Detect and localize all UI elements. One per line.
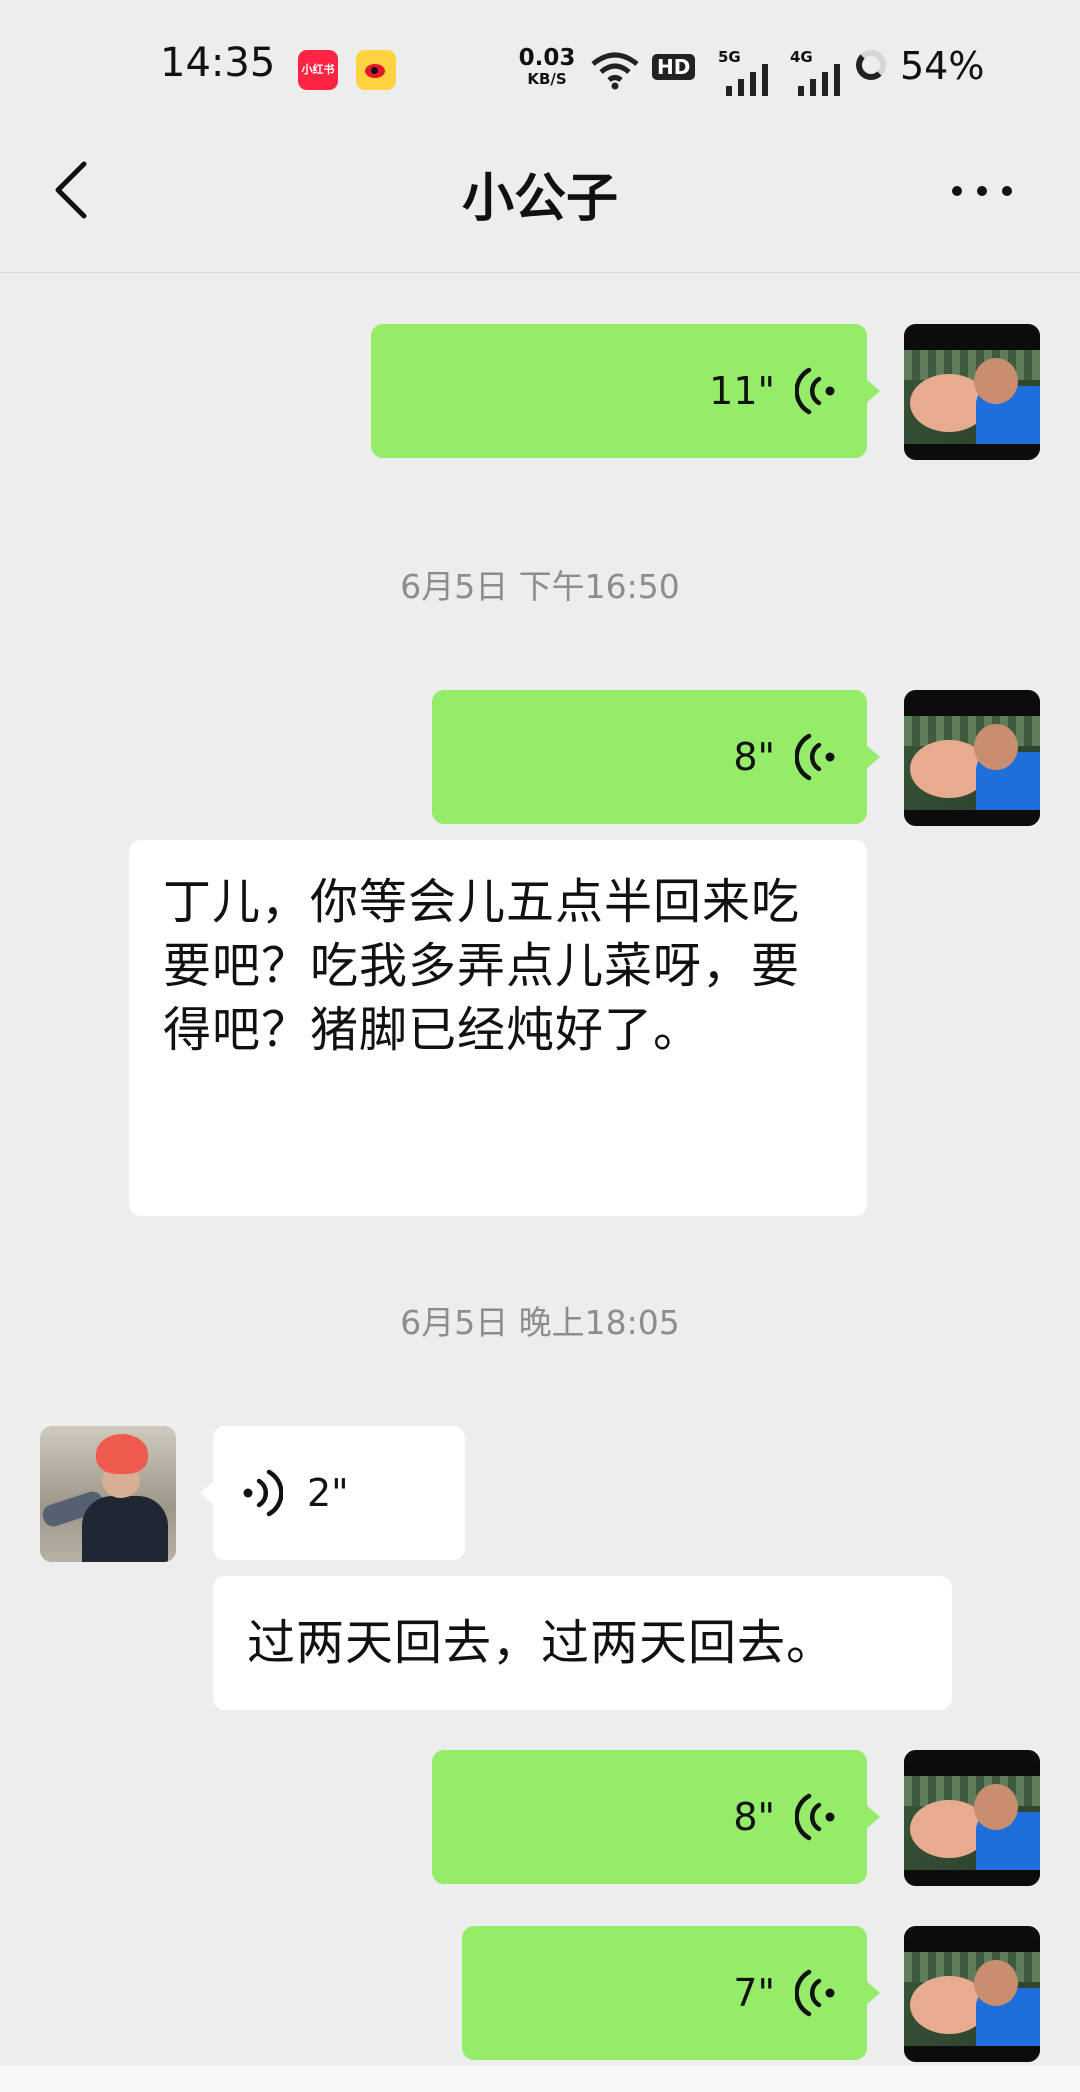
network-speed-value: 0.03 [518, 45, 576, 71]
voice-message-bubble[interactable]: 8" [432, 690, 880, 824]
voice-icon [243, 1469, 283, 1517]
voice-message-bubble[interactable]: 8" [432, 1750, 880, 1884]
voice-icon [795, 733, 835, 781]
voice-message-bubble[interactable]: 11" [371, 324, 880, 458]
my-avatar[interactable] [904, 324, 1040, 460]
my-avatar[interactable] [904, 690, 1040, 826]
chat-title: 小公子 [461, 169, 618, 229]
status-time: 14:35 [160, 40, 276, 86]
chat-screen: 14:35 小红书 0.03 KB/S HD 5G 4G 54% 小公子 11"… [0, 0, 1080, 2092]
weibo-icon [356, 50, 396, 90]
voice-transcription-text[interactable]: 过两天回去，过两天回去。 [213, 1576, 952, 1710]
voice-message-bubble[interactable]: 2" [200, 1426, 465, 1560]
message-timestamp: 6月5日 晚上18:05 [400, 1303, 680, 1342]
status-bar: 14:35 小红书 0.03 KB/S HD 5G 4G 54% [0, 0, 1080, 140]
signal-4g-icon [790, 64, 850, 96]
voice-message-bubble[interactable]: 7" [462, 1926, 880, 2060]
voice-duration: 8" [733, 735, 775, 779]
voice-duration: 7" [733, 1971, 775, 2015]
network-speed: 0.03 KB/S [516, 46, 578, 88]
xiaohongshu-icon: 小红书 [298, 50, 338, 90]
signal-5g-icon [718, 64, 778, 96]
voice-icon [795, 1793, 835, 1841]
input-bar-edge [0, 2066, 1080, 2092]
network-speed-unit: KB/S [527, 70, 567, 88]
more-icon[interactable] [952, 186, 1012, 198]
wifi-icon [591, 52, 639, 90]
voice-duration: 2" [307, 1471, 349, 1515]
my-avatar[interactable] [904, 1750, 1040, 1886]
voice-icon [795, 1969, 835, 2017]
hd-voice-badge: HD [652, 54, 696, 80]
voice-icon [795, 367, 835, 415]
my-avatar[interactable] [904, 1926, 1040, 2062]
battery-icon [856, 50, 886, 80]
voice-duration: 8" [733, 1795, 775, 1839]
voice-duration: 11" [709, 369, 775, 413]
contact-avatar[interactable] [40, 1426, 176, 1562]
xiaohongshu-label: 小红书 [301, 63, 335, 76]
message-timestamp: 6月5日 下午16:50 [400, 567, 680, 606]
battery-percent: 54% [900, 44, 985, 88]
voice-transcription-text[interactable]: 丁儿，你等会儿五点半回来吃要吧？吃我多弄点儿菜呀，要得吧？猪脚已经炖好了。 [129, 840, 867, 1216]
